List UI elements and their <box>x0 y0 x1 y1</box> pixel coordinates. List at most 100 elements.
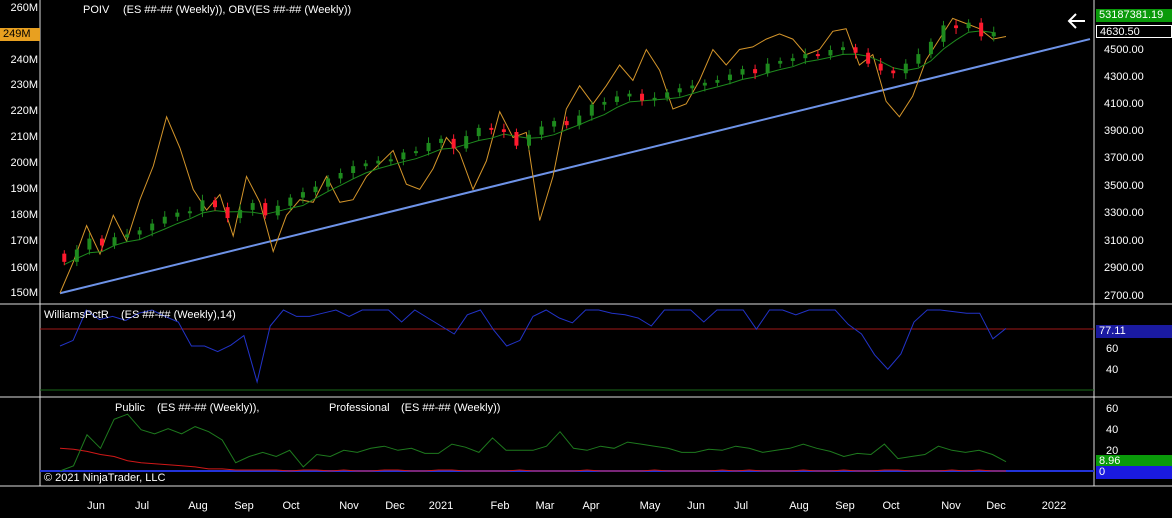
candle-body <box>401 152 406 160</box>
back-arrow-icon[interactable] <box>1066 10 1088 32</box>
candle-body <box>640 93 645 101</box>
price-candle <box>815 50 820 59</box>
price-value-badge: 4630.50 <box>1096 25 1172 38</box>
price-candle <box>966 19 971 32</box>
price-candle <box>577 109 582 130</box>
price-candle <box>87 232 92 255</box>
left-axis-tick: 150M <box>10 287 38 299</box>
x-axis-label: Sep <box>234 500 254 512</box>
candle-body <box>263 203 268 216</box>
price-candle <box>652 92 657 107</box>
x-axis-label: Jul <box>733 500 749 512</box>
x-axis-label: Oct <box>282 500 300 512</box>
x-axis-label: Feb <box>490 500 510 512</box>
price-candle <box>941 20 946 47</box>
x-axis-label: Sep <box>835 500 855 512</box>
price-candle <box>527 130 531 150</box>
price-candle <box>841 41 845 56</box>
candle-body <box>552 121 557 127</box>
right-axis-tick: 40 <box>1106 364 1119 376</box>
candle-body <box>464 136 469 149</box>
candle-body <box>300 192 305 198</box>
candle-body <box>853 47 858 53</box>
price-candle <box>175 209 180 221</box>
left-axis-tick: 240M <box>10 54 38 66</box>
right-axis-tick: 3900.00 <box>1104 125 1144 137</box>
candle-body <box>828 50 833 56</box>
price-candle <box>853 43 858 59</box>
candle-body <box>564 121 569 126</box>
candle-body <box>426 142 431 152</box>
price-candle <box>162 211 167 227</box>
right-axis-tick: 4300.00 <box>1104 71 1144 83</box>
price-candle <box>677 83 682 97</box>
candle-body <box>715 80 720 83</box>
price-candle <box>238 204 243 224</box>
price-candle <box>979 18 984 41</box>
x-axis-label: Apr <box>582 500 600 512</box>
candle-body <box>652 97 657 101</box>
obv-current-marker: 249M <box>0 28 40 41</box>
candle-body <box>765 63 770 74</box>
price-candle <box>489 123 494 135</box>
left-axis-tick: 190M <box>10 183 38 195</box>
candle-body <box>175 212 180 217</box>
candle-body <box>891 70 896 74</box>
candle-body <box>338 173 343 179</box>
candle-body <box>690 85 695 89</box>
candle-body <box>790 58 795 61</box>
professional-line <box>59 447 1006 472</box>
candle-body <box>137 230 142 235</box>
candle-body <box>238 209 243 219</box>
price-candle <box>464 130 469 152</box>
price-candle <box>715 75 720 87</box>
candle-body <box>162 216 167 224</box>
x-axis-label: Nov <box>941 500 961 512</box>
price-candle <box>501 123 506 138</box>
left-axis-tick: 230M <box>10 79 38 91</box>
candle-body <box>225 207 230 219</box>
candle-body <box>288 197 293 206</box>
x-axis-label: Dec <box>385 500 405 512</box>
candle-body <box>200 200 205 212</box>
candle-body <box>150 223 155 231</box>
left-axis-tick: 170M <box>10 235 38 247</box>
candle-body <box>99 238 104 246</box>
indicator-label: (ES ##-## (Weekly)), OBV(ES ##-## (Weekl… <box>123 4 352 16</box>
candle-body <box>388 159 393 162</box>
candle-body <box>413 151 418 154</box>
candle-body <box>74 249 79 262</box>
candle-body <box>878 63 883 71</box>
public-params: (ES ##-## (Weekly)), <box>157 402 260 414</box>
price-candle <box>778 57 783 68</box>
candle-body <box>665 92 670 98</box>
right-axis-tick: 2900.00 <box>1104 262 1144 274</box>
price-candle <box>338 168 343 184</box>
left-axis-tick: 210M <box>10 131 38 143</box>
price-candle <box>564 116 569 129</box>
candle-body <box>803 54 808 59</box>
candle-body <box>376 160 381 164</box>
price-candle <box>388 153 393 166</box>
price-candle <box>451 134 456 155</box>
candle-body <box>991 32 996 37</box>
candle-body <box>501 129 506 132</box>
price-candle <box>137 226 142 240</box>
chart-canvas[interactable] <box>0 0 1172 518</box>
price-candle <box>413 146 418 156</box>
x-axis-label: Dec <box>986 500 1006 512</box>
x-axis-label: Jun <box>687 500 705 512</box>
right-axis-tick: 3500.00 <box>1104 180 1144 192</box>
candle-body <box>62 253 67 262</box>
obv-line <box>59 17 1007 294</box>
price-candle <box>62 250 67 266</box>
williams-params: (ES ##-## (Weekly),14) <box>121 309 236 321</box>
williams-label: WilliamsPctR <box>44 309 109 321</box>
candle-body <box>451 138 456 149</box>
left-axis-tick: 220M <box>10 105 38 117</box>
price-candle <box>250 199 255 216</box>
public-line <box>59 413 1007 472</box>
x-axis-label: May <box>639 500 661 512</box>
williams-panel <box>40 309 1094 391</box>
price-candle <box>640 89 645 106</box>
